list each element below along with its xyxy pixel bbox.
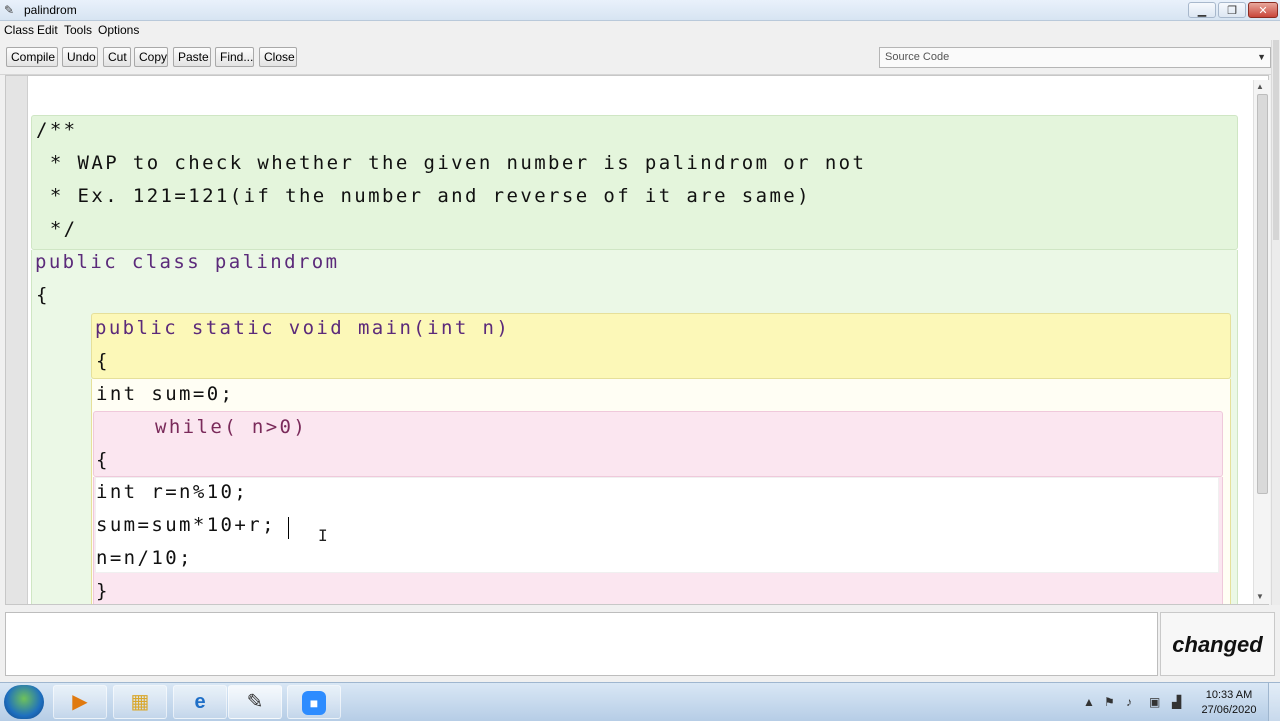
code-line-12: int r=n%10; xyxy=(96,481,249,503)
action-center-flag-icon[interactable]: ⚑ xyxy=(1104,695,1115,709)
code-line-4: */ xyxy=(36,218,78,240)
code-line-1: /** xyxy=(36,119,78,141)
speaker-icon[interactable]: ♪ xyxy=(1126,695,1132,709)
code-line-10: while( n>0) xyxy=(155,416,308,438)
show-desktop-button[interactable] xyxy=(1268,683,1280,721)
line-gutter xyxy=(6,76,28,604)
menu-bar: Class Edit Tools Options xyxy=(0,21,1280,39)
taskbar: ▶ ▦ e ✎ ■ ▲ ⚑ ♪ ▣ ▟ 10:33 AM 27/06/2020 xyxy=(0,682,1280,721)
file-explorer-icon[interactable]: ▦ xyxy=(113,685,167,719)
maximize-button[interactable]: ❐ xyxy=(1218,2,1246,18)
start-orb-icon[interactable] xyxy=(4,685,44,719)
clock-date: 27/06/2020 xyxy=(1201,704,1257,716)
code-line-13: sum=sum*10+r; xyxy=(96,514,276,536)
compile-button[interactable]: Compile xyxy=(6,47,58,67)
scroll-up-icon[interactable]: ▲ xyxy=(1256,82,1264,91)
menu-edit[interactable]: Edit xyxy=(37,23,58,37)
cut-button[interactable]: Cut xyxy=(103,47,131,67)
copy-button[interactable]: Copy xyxy=(134,47,168,67)
code-line-8: { xyxy=(96,350,110,372)
scroll-down-icon[interactable]: ▼ xyxy=(1256,592,1264,601)
find-button[interactable]: Find... xyxy=(215,47,254,67)
status-message-area xyxy=(5,612,1158,676)
zoom-icon[interactable]: ■ xyxy=(287,685,341,719)
code-line-2: * WAP to check whether the given number … xyxy=(36,152,867,174)
tray-expand-icon[interactable]: ▲ xyxy=(1083,695,1095,709)
bluej-icon: ✎ xyxy=(4,3,15,17)
minimize-button[interactable]: ▁ xyxy=(1188,2,1216,18)
code-line-7: public static void main(int n) xyxy=(95,317,511,339)
signal-icon[interactable]: ▟ xyxy=(1172,695,1181,709)
text-caret xyxy=(288,517,289,539)
code-line-9: int sum=0; xyxy=(96,383,235,405)
bluej-taskbar-icon[interactable]: ✎ xyxy=(228,685,282,719)
internet-explorer-icon[interactable]: e xyxy=(173,685,227,719)
scroll-thumb[interactable] xyxy=(1257,94,1268,494)
changed-status-label: changed xyxy=(1160,612,1275,676)
menu-class[interactable]: Class xyxy=(4,23,34,37)
code-line-11: { xyxy=(96,449,110,471)
clock-time: 10:33 AM xyxy=(1205,689,1253,701)
paste-button[interactable]: Paste xyxy=(173,47,211,67)
code-line-5: public class palindrom xyxy=(35,251,340,273)
code-line-15: } xyxy=(96,580,110,602)
chevron-down-icon: ▼ xyxy=(1257,52,1266,62)
view-select[interactable]: Source Code ▼ xyxy=(879,47,1271,68)
network-icon[interactable]: ▣ xyxy=(1149,695,1160,709)
taskbar-clock[interactable]: 10:33 AM 27/06/2020 xyxy=(1199,688,1259,718)
title-bar: ✎ palindrom ▁ ❐ ✕ xyxy=(0,0,1280,21)
editor-scrollbar[interactable]: ▲ ▼ xyxy=(1253,80,1270,604)
undo-button[interactable]: Undo xyxy=(62,47,98,67)
close-button[interactable]: Close xyxy=(259,47,297,67)
side-scroll-thumb[interactable] xyxy=(1273,40,1279,240)
comment-scope xyxy=(31,115,1238,250)
media-player-icon[interactable]: ▶ xyxy=(53,685,107,719)
view-select-value: Source Code xyxy=(885,51,950,63)
code-line-6: { xyxy=(36,284,50,306)
menu-options[interactable]: Options xyxy=(98,23,139,37)
side-scrollbar[interactable] xyxy=(1271,40,1280,605)
ibeam-cursor-icon: I xyxy=(318,526,328,545)
code-line-14: n=n/10; xyxy=(96,547,193,569)
code-line-3: * Ex. 121=121(if the number and reverse … xyxy=(36,185,811,207)
window-title: palindrom xyxy=(24,3,77,17)
menu-tools[interactable]: Tools xyxy=(64,23,92,37)
close-window-button[interactable]: ✕ xyxy=(1248,2,1278,18)
